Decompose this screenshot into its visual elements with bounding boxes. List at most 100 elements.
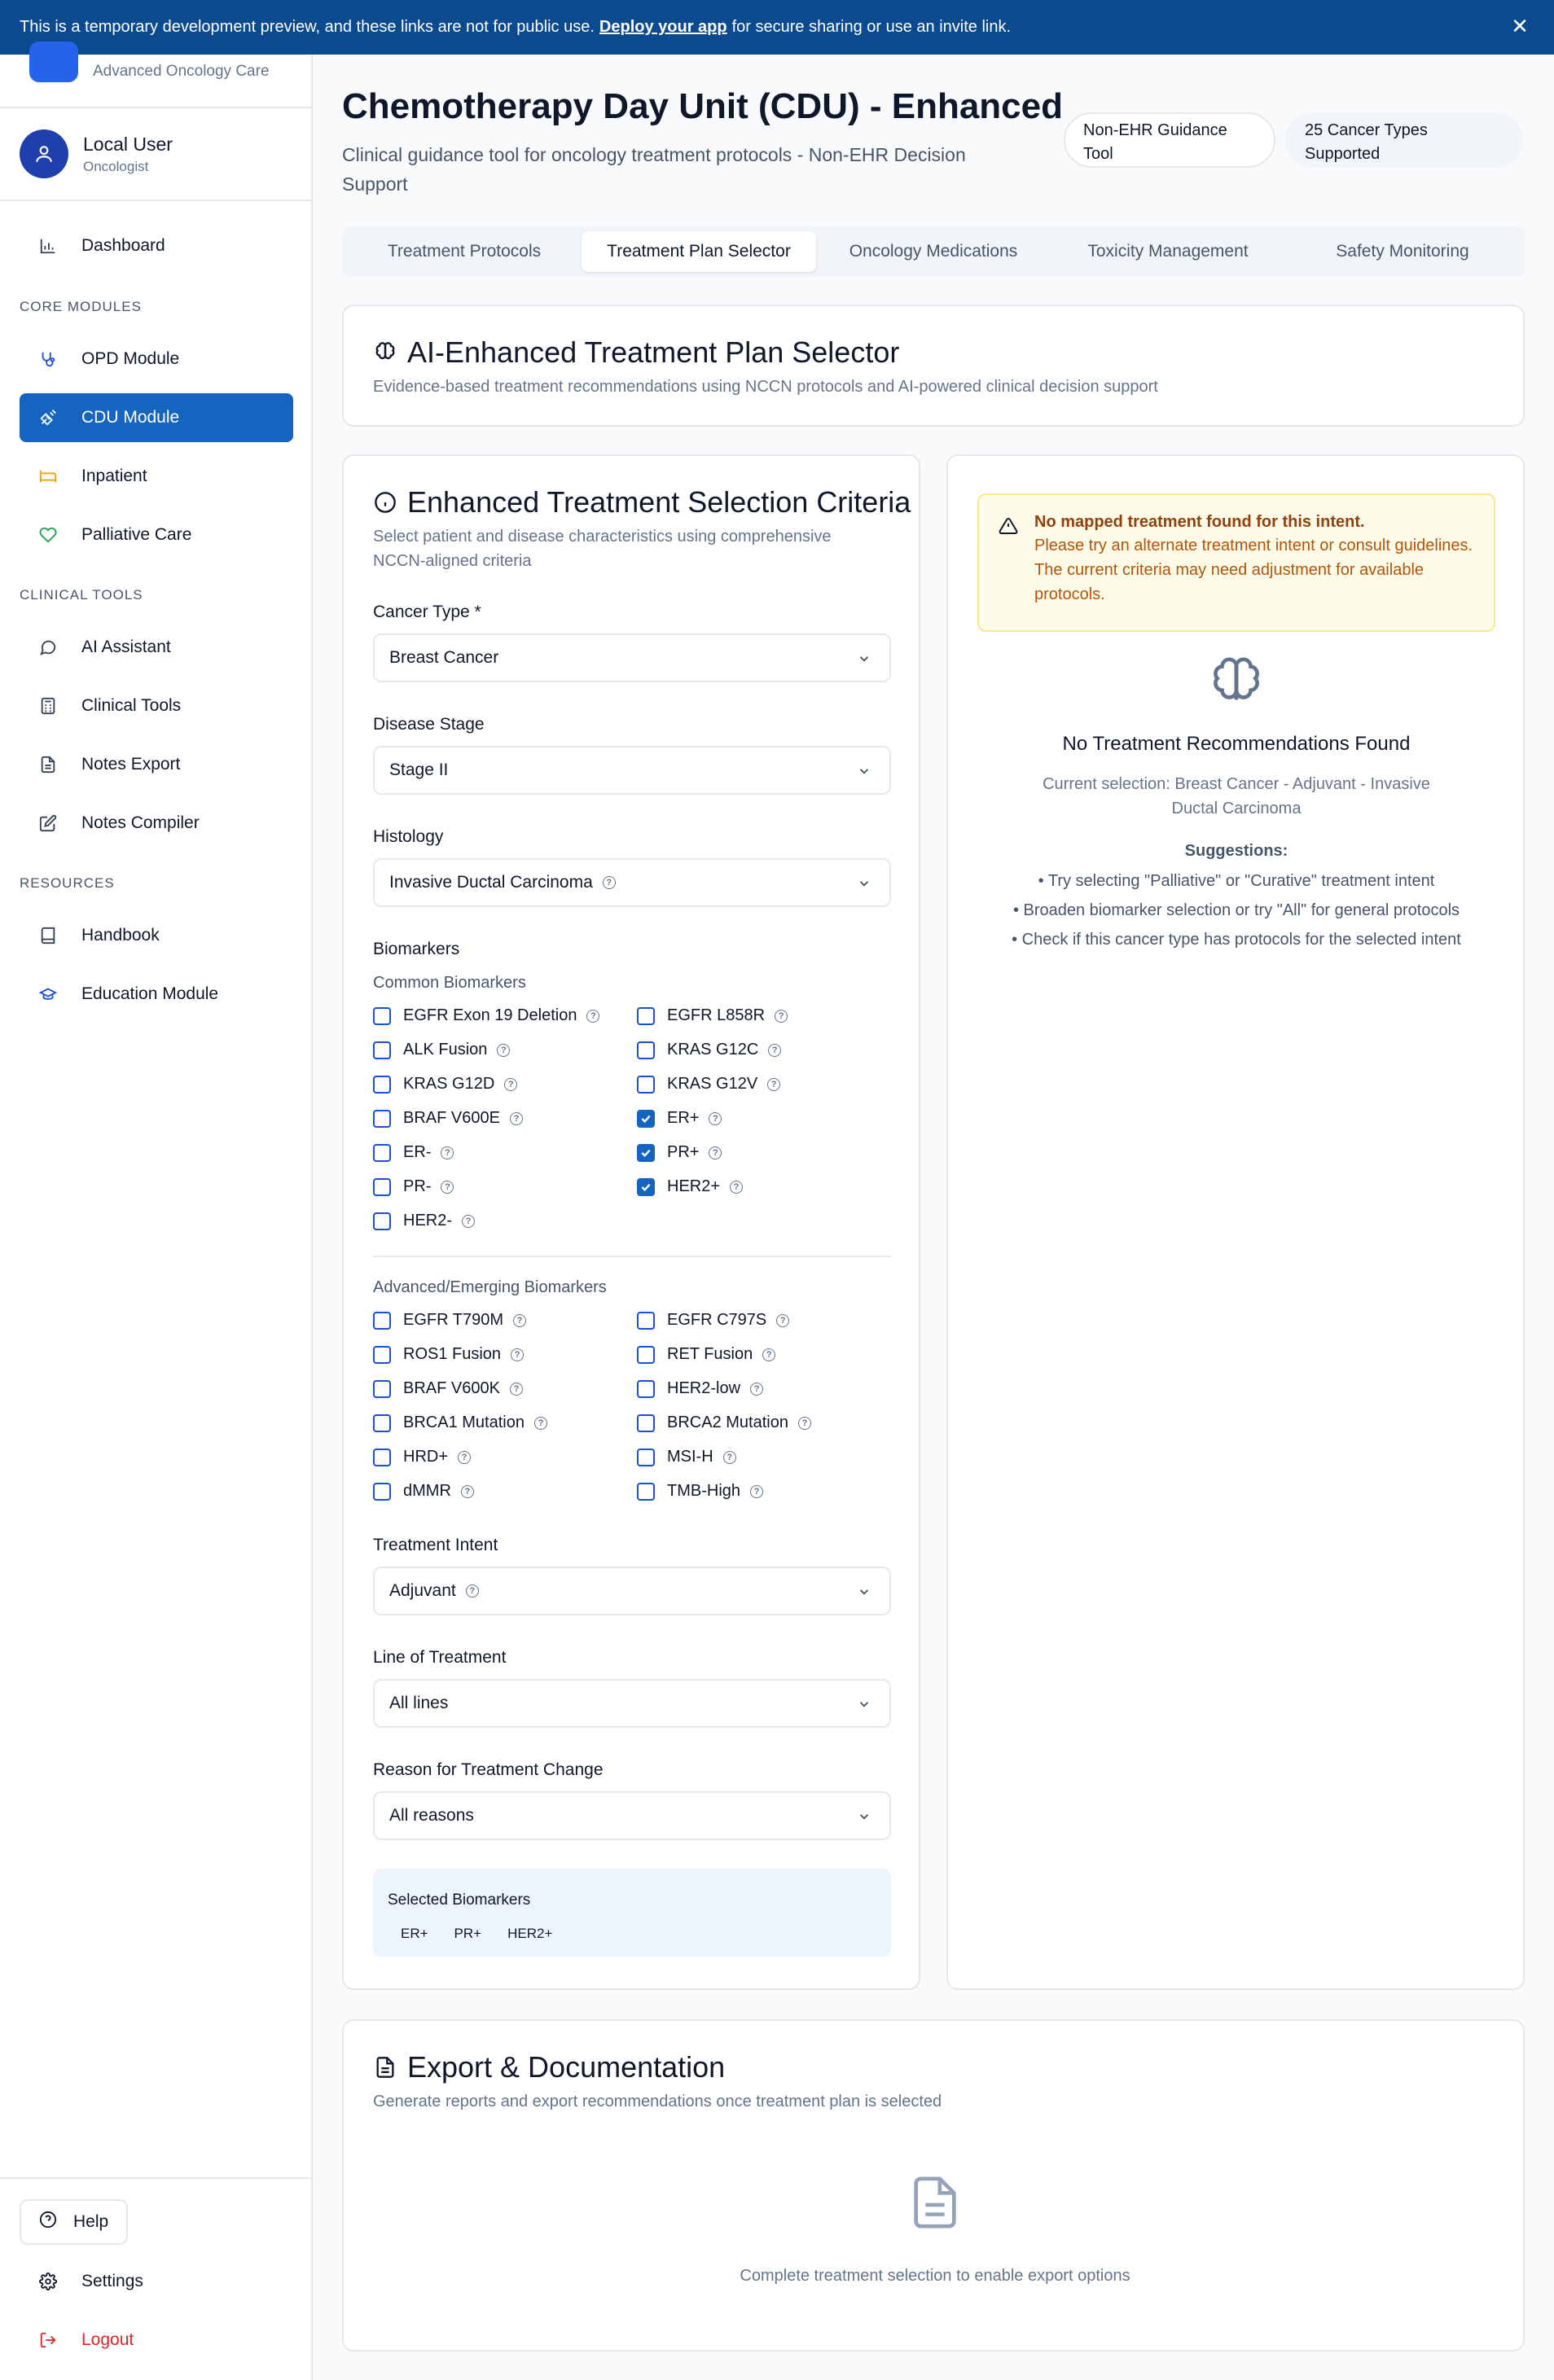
checkbox[interactable] — [373, 1482, 391, 1501]
biomarker-checkbox[interactable]: PR-? — [373, 1177, 454, 1196]
checkbox[interactable] — [637, 1041, 655, 1059]
help-tooltip-icon[interactable]: ? — [776, 1313, 790, 1327]
help-tooltip-icon[interactable]: ? — [511, 1348, 525, 1361]
checkbox-checked[interactable] — [637, 1177, 655, 1196]
help-tooltip-icon[interactable]: ? — [709, 1111, 722, 1125]
logout-button[interactable]: Logout — [20, 2316, 293, 2365]
biomarker-checkbox[interactable]: EGFR C797S? — [637, 1311, 790, 1330]
help-tooltip-icon[interactable]: ? — [602, 876, 616, 889]
biomarker-checkbox[interactable]: KRAS G12C? — [637, 1041, 782, 1059]
checkbox[interactable] — [373, 1075, 391, 1094]
biomarker-checkbox[interactable]: BRCA2 Mutation? — [637, 1414, 811, 1432]
help-tooltip-icon[interactable]: ? — [462, 1214, 476, 1228]
checkbox-checked[interactable] — [637, 1109, 655, 1128]
sidebar-item-notes-compiler[interactable]: Notes Compiler — [20, 799, 293, 848]
deploy-app-link[interactable]: Deploy your app — [599, 18, 727, 37]
sidebar-item-dashboard[interactable]: Dashboard — [20, 221, 293, 270]
biomarker-checkbox[interactable]: EGFR Exon 19 Deletion? — [373, 1006, 600, 1025]
biomarker-checkbox[interactable]: ALK Fusion? — [373, 1041, 511, 1059]
checkbox[interactable] — [373, 1177, 391, 1196]
tab-toxicity-management[interactable]: Toxicity Management — [1051, 231, 1285, 272]
sidebar-item-opd[interactable]: OPD Module — [20, 335, 293, 384]
biomarker-checkbox[interactable]: HER2+? — [637, 1177, 744, 1196]
checkbox[interactable] — [637, 1345, 655, 1364]
sidebar-item-inpatient[interactable]: Inpatient — [20, 452, 293, 501]
biomarker-checkbox[interactable]: HRD+? — [373, 1448, 472, 1466]
biomarker-checkbox[interactable]: BRAF V600K? — [373, 1379, 523, 1398]
help-tooltip-icon[interactable]: ? — [586, 1009, 600, 1023]
close-banner-button[interactable]: ✕ — [1508, 14, 1531, 38]
help-button[interactable]: Help — [20, 2199, 129, 2245]
sidebar-item-palliative[interactable]: Palliative Care — [20, 511, 293, 559]
tab-safety-monitoring[interactable]: Safety Monitoring — [1285, 231, 1520, 272]
checkbox[interactable] — [637, 1414, 655, 1432]
tab-treatment-plan-selector[interactable]: Treatment Plan Selector — [582, 231, 816, 272]
checkbox[interactable] — [373, 1109, 391, 1128]
checkbox[interactable] — [373, 1414, 391, 1432]
help-tooltip-icon[interactable]: ? — [750, 1484, 764, 1498]
sidebar-item-ai-assistant[interactable]: AI Assistant — [20, 623, 293, 672]
biomarker-checkbox[interactable]: TMB-High? — [637, 1482, 764, 1501]
help-tooltip-icon[interactable]: ? — [513, 1313, 526, 1327]
checkbox[interactable] — [373, 1212, 391, 1230]
checkbox[interactable] — [373, 1006, 391, 1025]
help-tooltip-icon[interactable]: ? — [441, 1146, 454, 1159]
sidebar-item-cdu[interactable]: CDU Module — [20, 393, 293, 442]
biomarker-checkbox[interactable]: ER-? — [373, 1143, 454, 1162]
help-tooltip-icon[interactable]: ? — [750, 1382, 764, 1396]
checkbox[interactable] — [637, 1075, 655, 1094]
reason-select[interactable]: All reasons — [373, 1791, 891, 1840]
checkbox[interactable] — [373, 1041, 391, 1059]
help-tooltip-icon[interactable]: ? — [768, 1043, 782, 1057]
help-tooltip-icon[interactable]: ? — [497, 1043, 511, 1057]
disease-stage-select[interactable]: Stage II — [373, 746, 891, 795]
help-tooltip-icon[interactable]: ? — [709, 1146, 722, 1159]
help-tooltip-icon[interactable]: ? — [762, 1348, 776, 1361]
checkbox[interactable] — [637, 1482, 655, 1501]
biomarker-checkbox[interactable]: ROS1 Fusion? — [373, 1345, 525, 1364]
biomarker-checkbox[interactable]: HER2-? — [373, 1212, 476, 1230]
biomarker-checkbox[interactable]: PR+? — [637, 1143, 722, 1162]
biomarker-checkbox[interactable]: dMMR? — [373, 1482, 474, 1501]
biomarker-checkbox[interactable]: HER2-low? — [637, 1379, 764, 1398]
histology-select[interactable]: Invasive Ductal Carcinoma? — [373, 858, 891, 907]
help-tooltip-icon[interactable]: ? — [465, 1584, 479, 1598]
help-tooltip-icon[interactable]: ? — [441, 1180, 454, 1194]
checkbox[interactable] — [373, 1379, 391, 1398]
biomarker-checkbox[interactable]: BRCA1 Mutation? — [373, 1414, 547, 1432]
checkbox[interactable] — [637, 1006, 655, 1025]
biomarker-checkbox[interactable]: ER+? — [637, 1109, 722, 1128]
line-of-treatment-select[interactable]: All lines — [373, 1679, 891, 1728]
checkbox[interactable] — [637, 1448, 655, 1466]
help-tooltip-icon[interactable]: ? — [797, 1416, 811, 1430]
treatment-intent-select[interactable]: Adjuvant? — [373, 1567, 891, 1615]
checkbox[interactable] — [373, 1345, 391, 1364]
help-tooltip-icon[interactable]: ? — [509, 1111, 523, 1125]
sidebar-item-clinical-tools[interactable]: Clinical Tools — [20, 682, 293, 730]
help-tooltip-icon[interactable]: ? — [730, 1180, 744, 1194]
biomarker-checkbox[interactable]: EGFR T790M? — [373, 1311, 526, 1330]
help-tooltip-icon[interactable]: ? — [504, 1077, 518, 1091]
help-tooltip-icon[interactable]: ? — [460, 1484, 474, 1498]
tab-treatment-protocols[interactable]: Treatment Protocols — [347, 231, 582, 272]
biomarker-checkbox[interactable]: KRAS G12V? — [637, 1075, 781, 1094]
help-tooltip-icon[interactable]: ? — [775, 1009, 788, 1023]
sidebar-item-notes-export[interactable]: Notes Export — [20, 740, 293, 789]
biomarker-checkbox[interactable]: BRAF V600E? — [373, 1109, 523, 1128]
checkbox[interactable] — [637, 1379, 655, 1398]
checkbox[interactable] — [373, 1143, 391, 1162]
help-tooltip-icon[interactable]: ? — [509, 1382, 523, 1396]
cancer-type-select[interactable]: Breast Cancer — [373, 633, 891, 682]
checkbox[interactable] — [373, 1448, 391, 1466]
help-tooltip-icon[interactable]: ? — [722, 1450, 736, 1464]
biomarker-checkbox[interactable]: KRAS G12D? — [373, 1075, 518, 1094]
sidebar-item-education[interactable]: Education Module — [20, 970, 293, 1019]
checkbox[interactable] — [637, 1311, 655, 1330]
sidebar-item-handbook[interactable]: Handbook — [20, 911, 293, 960]
help-tooltip-icon[interactable]: ? — [533, 1416, 547, 1430]
biomarker-checkbox[interactable]: RET Fusion? — [637, 1345, 776, 1364]
biomarker-checkbox[interactable]: MSI-H? — [637, 1448, 736, 1466]
help-tooltip-icon[interactable]: ? — [458, 1450, 472, 1464]
sidebar-item-settings[interactable]: Settings — [20, 2257, 293, 2306]
biomarker-checkbox[interactable]: EGFR L858R? — [637, 1006, 788, 1025]
